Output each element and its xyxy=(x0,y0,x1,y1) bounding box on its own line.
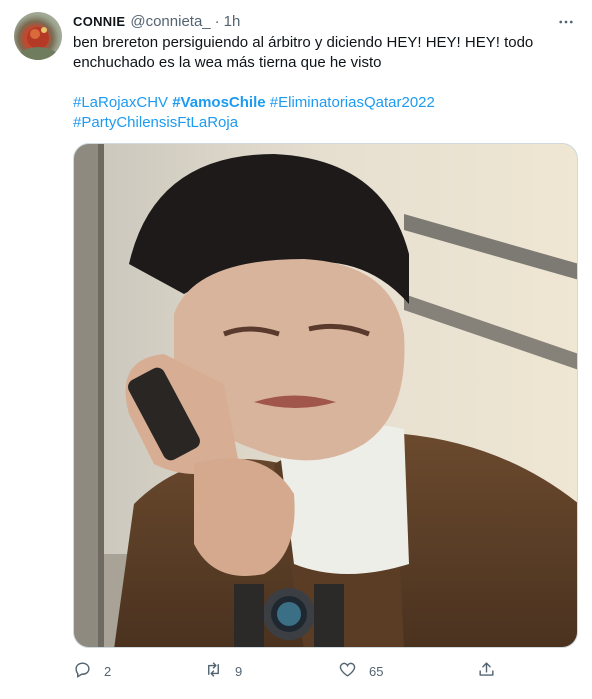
display-name[interactable]: CONNIE xyxy=(73,14,125,29)
tweet-text: ben brereton persiguiendo al árbitro y d… xyxy=(73,33,573,133)
share-button[interactable] xyxy=(477,658,496,684)
hashtag-link[interactable]: #LaRojaxCHV xyxy=(73,94,168,111)
tweet-actions: 2 9 65 xyxy=(73,658,513,684)
retweet-button[interactable]: 9 xyxy=(204,658,242,684)
user-handle[interactable]: @connieta_ xyxy=(130,13,210,30)
tweet-header: CONNIE @connieta_ · 1h xyxy=(73,11,240,31)
like-button[interactable]: 65 xyxy=(338,658,383,684)
hashtag-link[interactable]: #PartyChilensisFtLaRoja xyxy=(73,114,238,131)
tweet-text-line: enchuchado es la wea más tierna que he v… xyxy=(73,54,382,71)
heart-icon xyxy=(338,660,357,682)
reply-count: 2 xyxy=(104,663,112,679)
tweet-text-line: ben brereton persiguiendo al árbitro y d… xyxy=(73,34,534,51)
retweet-icon xyxy=(204,660,223,682)
hashtag-link[interactable]: #VamosChile xyxy=(172,94,265,111)
timestamp[interactable]: 1h xyxy=(224,13,241,30)
reply-icon xyxy=(73,660,92,682)
like-count: 65 xyxy=(369,663,384,679)
separator-dot: · xyxy=(214,12,220,30)
retweet-count: 9 xyxy=(235,663,243,679)
share-icon xyxy=(477,660,496,682)
hashtag-link[interactable]: #EliminatoriasQatar2022 xyxy=(270,94,435,111)
tweet-media-image[interactable] xyxy=(73,143,578,648)
more-options-icon[interactable] xyxy=(554,12,578,32)
tweet-card[interactable]: CONNIE @connieta_ · 1h ben brereton pers… xyxy=(0,0,592,699)
user-avatar[interactable] xyxy=(14,12,62,60)
reply-button[interactable]: 2 xyxy=(73,658,111,684)
